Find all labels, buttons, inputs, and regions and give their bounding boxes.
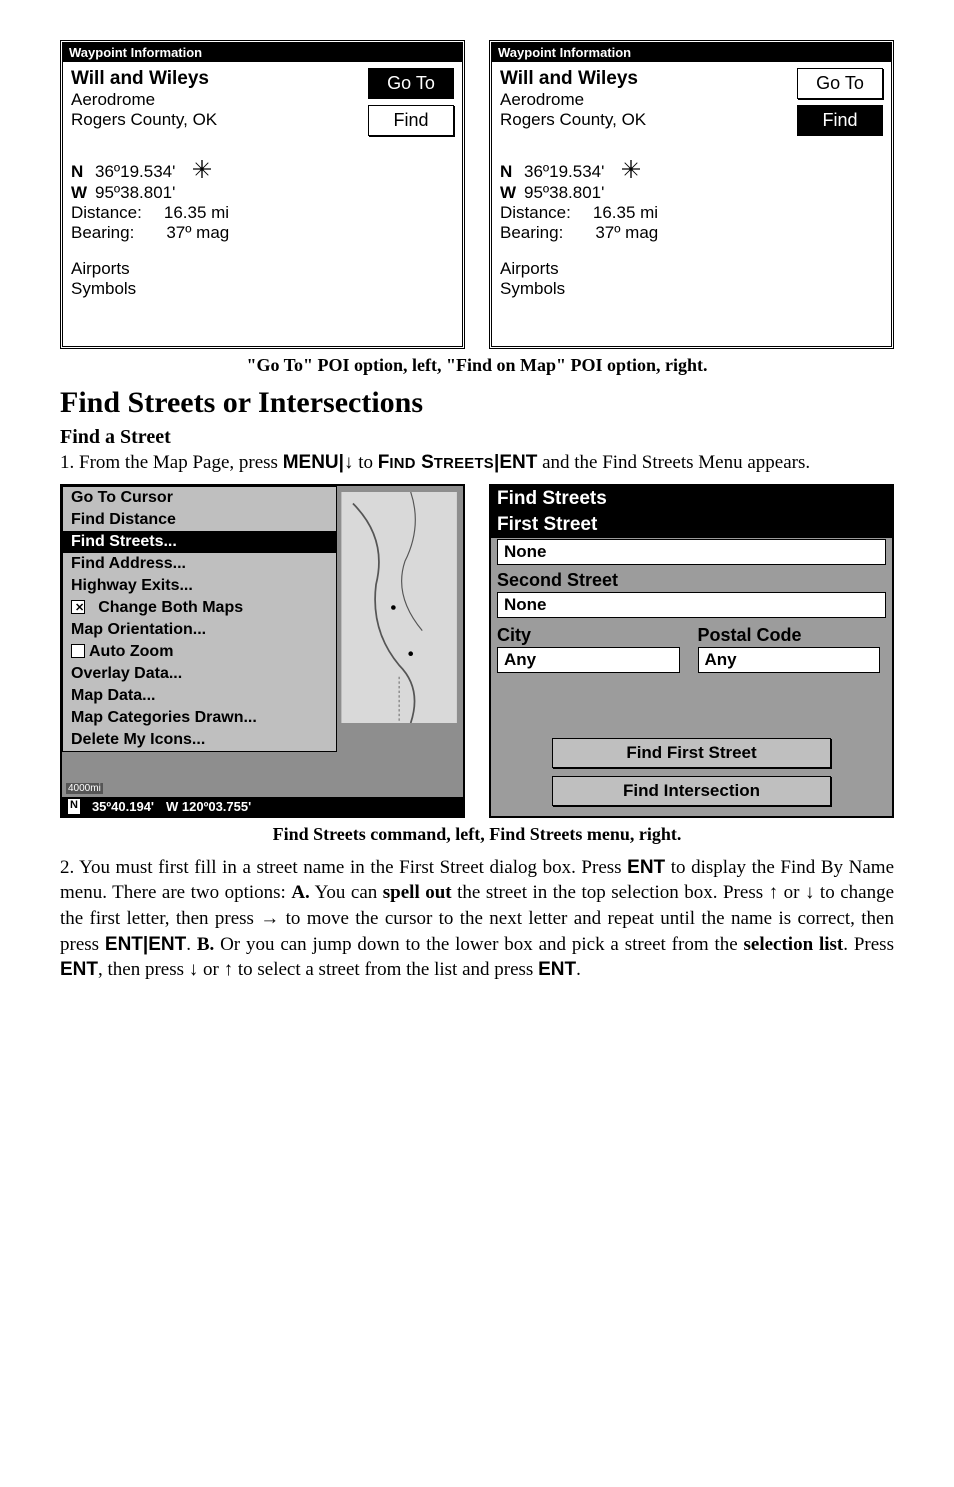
waypoint-name: Will and Wileys [500,68,797,90]
map-menu-list[interactable]: Go To CursorFind DistanceFind Streets...… [62,486,337,752]
subheading: Find a Street [60,426,894,449]
waypoint-location: Rogers County, OK [71,110,368,130]
lon-val: 95º38.801' [95,183,175,203]
waypoint-location: Rogers County, OK [500,110,797,130]
find-button[interactable]: Find [797,105,883,136]
waypoint-subtitle: Aerodrome [500,90,797,110]
distance-label: Distance: [500,203,571,223]
bearing-val: 37º mag [595,223,658,243]
city-input[interactable]: Any [497,647,680,673]
city-label: City [497,623,686,646]
airports-label: Airports [500,259,797,279]
postal-label: Postal Code [698,623,887,646]
waypoint-panel-left: Waypoint Information Will and Wileys Aer… [60,40,465,349]
scale-label: 4000mi [66,783,103,794]
symbols-label: Symbols [71,279,368,299]
bearing-label: Bearing: [500,223,563,243]
panel-title: Waypoint Information [492,43,891,62]
paragraph-1: 1. From the Map Page, press MENU|↓ to FI… [60,451,894,476]
menu-item[interactable]: Find Streets... [63,531,336,553]
find-button[interactable]: Find [368,105,454,136]
menu-item[interactable]: Change Both Maps [63,597,336,619]
find-first-street-button[interactable]: Find First Street [552,738,831,768]
menu-item[interactable]: Find Address... [63,553,336,575]
lat-dir: N [71,162,85,182]
fs-title: Find Streets [491,486,892,512]
lat-dir: N [500,162,514,182]
airports-label: Airports [71,259,368,279]
caption-1: "Go To" POI option, left, "Find on Map" … [60,355,894,376]
distance-label: Distance: [71,203,142,223]
menu-item[interactable]: Map Categories Drawn... [63,707,336,729]
lon-dir: W [71,183,85,203]
bearing-label: Bearing: [71,223,134,243]
postal-input[interactable]: Any [698,647,881,673]
first-street-label: First Street [491,512,892,538]
status-lat: 35º40.194' [92,799,154,814]
first-street-input[interactable]: None [497,539,886,565]
lon-val: 95º38.801' [524,183,604,203]
menu-item[interactable]: Map Data... [63,685,336,707]
menu-item[interactable]: Auto Zoom [63,641,336,663]
waypoint-name: Will and Wileys [71,68,368,90]
second-street-label: Second Street [491,568,892,591]
section-heading: Find Streets or Intersections [60,386,894,420]
lon-dir: W [500,183,514,203]
menu-item[interactable]: Delete My Icons... [63,729,336,751]
menu-item[interactable]: Go To Cursor [63,487,336,509]
map-menu-panel: Go To CursorFind DistanceFind Streets...… [60,484,465,818]
waypoint-panels-row: Waypoint Information Will and Wileys Aer… [60,40,894,349]
paragraph-2: 2. You must first fill in a street name … [60,855,894,983]
goto-button[interactable]: Go To [368,68,454,99]
find-streets-panel: Find Streets First Street None Second St… [489,484,894,818]
mid-row: Go To CursorFind DistanceFind Streets...… [60,484,894,818]
distance-val: 16.35 mi [164,203,229,223]
goto-button[interactable]: Go To [797,68,883,99]
symbols-label: Symbols [500,279,797,299]
panel-title: Waypoint Information [63,43,462,62]
lat-val: 36º19.534' [524,162,604,182]
menu-item[interactable]: Highway Exits... [63,575,336,597]
second-street-input[interactable]: None [497,592,886,618]
distance-val: 16.35 mi [593,203,658,223]
waypoint-panel-right: Waypoint Information Will and Wileys Aer… [489,40,894,349]
bearing-val: 37º mag [166,223,229,243]
caption-2: Find Streets command, left, Find Streets… [60,824,894,845]
airport-icon [193,160,211,183]
airport-icon [622,160,640,183]
find-intersection-button[interactable]: Find Intersection [552,776,831,806]
menu-item[interactable]: Overlay Data... [63,663,336,685]
waypoint-subtitle: Aerodrome [71,90,368,110]
lat-val: 36º19.534' [95,162,175,182]
map-thumbnail [339,492,459,723]
menu-item[interactable]: Find Distance [63,509,336,531]
status-bar: N 35º40.194' W 120º03.755' [62,797,463,816]
status-lon: W 120º03.755' [166,799,251,814]
menu-item[interactable]: Map Orientation... [63,619,336,641]
